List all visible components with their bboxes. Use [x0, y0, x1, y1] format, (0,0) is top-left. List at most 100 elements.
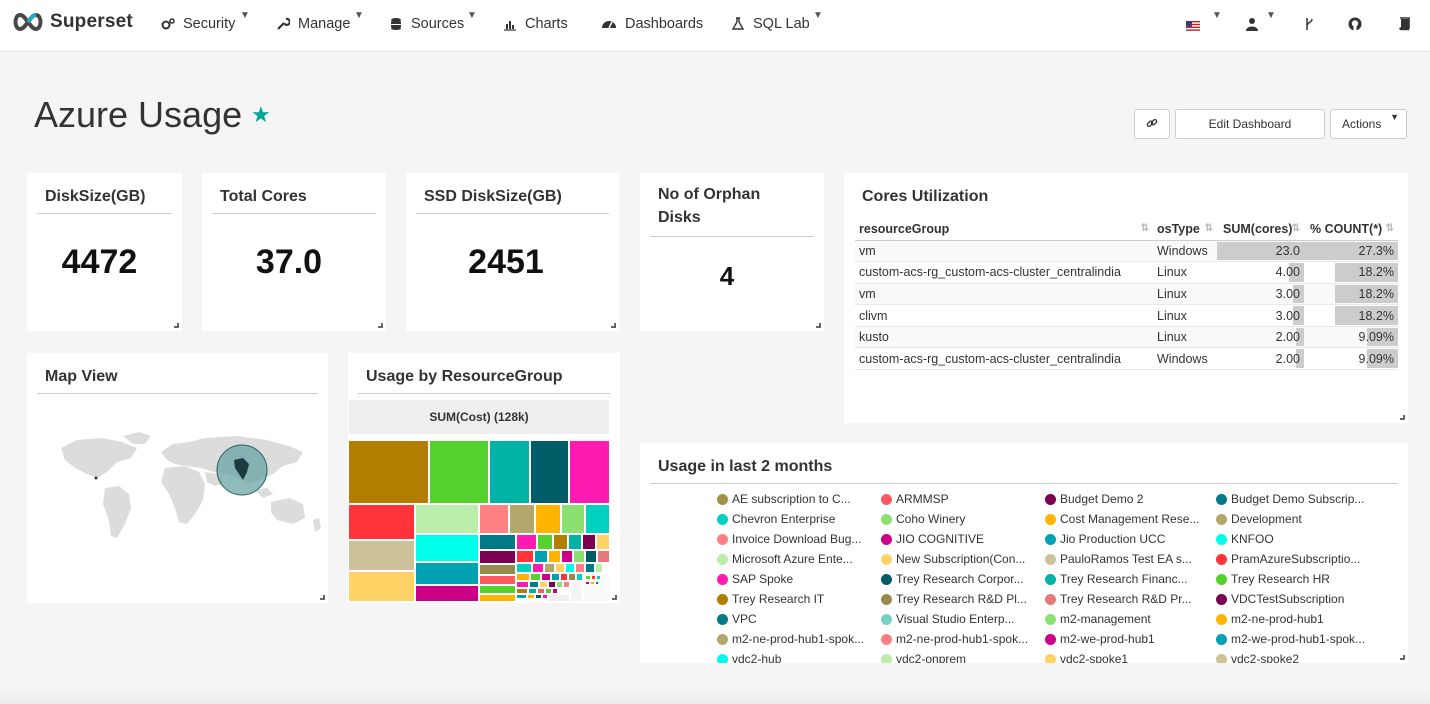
legend-label: Trey Research Financ...: [1060, 572, 1188, 586]
legend-label: Trey Research R&D Pr...: [1060, 592, 1192, 606]
cell-value: 18.2%: [1358, 308, 1394, 323]
cell-value: 2.00: [1275, 351, 1300, 366]
legend-item[interactable]: Trey Research R&D Pl...: [881, 592, 1027, 606]
legend-swatch: [881, 493, 892, 505]
legend-item[interactable]: Microsoft Azure Ente...: [717, 552, 853, 566]
legend-swatch: [717, 533, 728, 545]
legend-label: PauloRamos Test EA s...: [1060, 552, 1192, 566]
legend-item[interactable]: m2-ne-prod-hub1-spok...: [881, 632, 1028, 646]
legend-swatch: [1216, 533, 1227, 545]
legend-item[interactable]: VPC: [717, 612, 757, 626]
legend-item[interactable]: vdc2-spoke1: [1045, 652, 1128, 663]
legend-label: m2-ne-prod-hub1-spok...: [896, 632, 1029, 646]
legend-label: Visual Studio Enterp...: [896, 612, 1015, 626]
legend-item[interactable]: vdc2-hub: [717, 652, 781, 663]
legend-label: m2-we-prod-hub1-spok...: [1231, 632, 1366, 646]
legend-label: m2-ne-prod-hub1-spok...: [732, 632, 865, 646]
legend-label: m2-we-prod-hub1: [1060, 632, 1155, 646]
legend-label: VDCTestSubscription: [1231, 592, 1345, 606]
legend-swatch: [881, 573, 892, 585]
legend-label: m2-management: [1060, 612, 1151, 626]
legend-label: Trey Research IT: [732, 592, 825, 606]
cell-value: clivm: [859, 308, 888, 323]
legend-swatch: [1216, 493, 1227, 505]
cell-value: Windows: [1157, 243, 1208, 258]
legend-label: Invoice Download Bug...: [732, 532, 862, 546]
legend-item[interactable]: m2-we-prod-hub1-spok...: [1216, 632, 1365, 646]
legend-swatch: [717, 593, 728, 605]
legend-swatch: [717, 653, 728, 663]
cell-value: kusto: [859, 330, 889, 345]
legend-item[interactable]: vdc2-onprem: [881, 652, 966, 663]
legend-item[interactable]: m2-we-prod-hub1: [1045, 632, 1155, 646]
legend-item[interactable]: Invoice Download Bug...: [717, 532, 861, 546]
cell-value: 3.00: [1275, 308, 1300, 323]
legend-item[interactable]: PauloRamos Test EA s...: [1045, 552, 1192, 566]
legend-label: Jio Production UCC: [1060, 532, 1166, 546]
legend-swatch: [881, 533, 892, 545]
legend-swatch: [717, 613, 728, 625]
legend-item[interactable]: Trey Research Financ...: [1045, 572, 1188, 586]
legend-item[interactable]: Cost Management Rese...: [1045, 512, 1199, 526]
legend-label: New Subscription(Con...: [896, 552, 1026, 566]
legend-item[interactable]: JIO COGNITIVE: [881, 532, 984, 546]
legend-item[interactable]: ARMMSP: [881, 492, 949, 506]
legend-swatch: [1045, 613, 1056, 625]
legend-swatch: [717, 513, 728, 525]
cell-value: custom-acs-rg_custom-acs-cluster_central…: [859, 351, 1121, 366]
legend-label: m2-ne-prod-hub1: [1231, 612, 1324, 626]
legend-label: JIO COGNITIVE: [896, 532, 985, 546]
legend-item[interactable]: Chevron Enterprise: [717, 512, 835, 526]
legend-swatch: [1045, 533, 1056, 545]
legend-swatch: [717, 553, 728, 565]
cell-value: 18.2%: [1358, 286, 1394, 301]
legend-item[interactable]: Jio Production UCC: [1045, 532, 1165, 546]
legend-swatch: [1216, 653, 1227, 663]
legend-swatch: [1216, 613, 1227, 625]
legend-swatch: [1045, 653, 1056, 663]
legend-item[interactable]: m2-ne-prod-hub1-spok...: [717, 632, 864, 646]
legend-item[interactable]: Budget Demo 2: [1045, 492, 1143, 506]
legend-swatch: [1216, 553, 1227, 565]
legend-item[interactable]: Trey Research Corpor...: [881, 572, 1024, 586]
legend-swatch: [1045, 493, 1056, 505]
legend-label: vdc2-hub: [732, 652, 782, 663]
legend-label: Budget Demo Subscrip...: [1231, 492, 1365, 506]
legend-item[interactable]: Visual Studio Enterp...: [881, 612, 1015, 626]
cell-value: 9.09%: [1358, 330, 1394, 345]
legend-swatch: [881, 553, 892, 565]
legend-item[interactable]: Trey Research IT: [717, 592, 824, 606]
cell-value: 2.00: [1275, 330, 1300, 345]
legend-swatch: [1045, 573, 1056, 585]
legend-label: Trey Research HR: [1231, 572, 1330, 586]
legend-item[interactable]: Coho Winery: [881, 512, 965, 526]
legend-swatch: [881, 593, 892, 605]
legend-item[interactable]: vdc2-spoke2: [1216, 652, 1299, 663]
legend-item[interactable]: New Subscription(Con...: [881, 552, 1025, 566]
legend-item[interactable]: m2-ne-prod-hub1: [1216, 612, 1324, 626]
legend-swatch: [717, 493, 728, 505]
legend-item[interactable]: Trey Research R&D Pr...: [1045, 592, 1192, 606]
legend-item[interactable]: Trey Research HR: [1216, 572, 1330, 586]
legend-item[interactable]: PramAzureSubscriptio...: [1216, 552, 1360, 566]
legend-label: KNFOO: [1231, 532, 1274, 546]
legend-item[interactable]: Budget Demo Subscrip...: [1216, 492, 1364, 506]
legend-label: SAP Spoke: [732, 572, 794, 586]
legend-swatch: [1216, 593, 1227, 605]
legend-item[interactable]: m2-management: [1045, 612, 1151, 626]
legend-item[interactable]: SAP Spoke: [717, 572, 793, 586]
cell-value: 3.00: [1275, 286, 1300, 301]
legend-item[interactable]: AE subscription to C...: [717, 492, 851, 506]
cell-value: 9.09%: [1358, 351, 1394, 366]
cell-value: 27.3%: [1358, 243, 1394, 258]
legend-item[interactable]: KNFOO: [1216, 532, 1274, 546]
cell-value: 23.0: [1275, 243, 1300, 258]
legend-item[interactable]: Development: [1216, 512, 1302, 526]
legend-label: Budget Demo 2: [1060, 492, 1144, 506]
cell-value: Linux: [1157, 308, 1187, 323]
legend-swatch: [1045, 553, 1056, 565]
legend-swatch: [1216, 633, 1227, 645]
legend-item[interactable]: VDCTestSubscription: [1216, 592, 1344, 606]
legend-swatch: [1216, 513, 1227, 525]
cell-value: 4.00: [1275, 265, 1300, 280]
